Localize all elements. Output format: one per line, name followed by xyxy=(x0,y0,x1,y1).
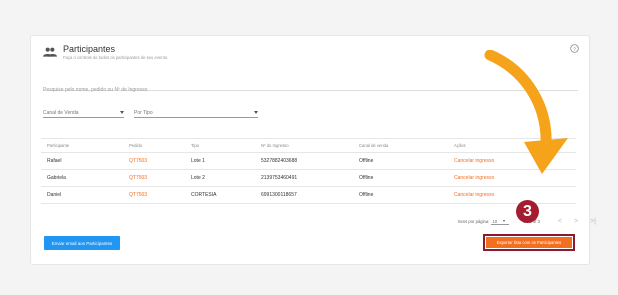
previous-page-button[interactable]: < xyxy=(558,218,562,225)
step-badge: 3 xyxy=(516,200,539,223)
chevron-down-icon xyxy=(254,111,258,114)
ticket-number: 5327882403688 xyxy=(261,158,298,164)
order-link[interactable]: QT7503 xyxy=(129,192,191,198)
canal-venda-select[interactable]: Canal de Venda xyxy=(43,109,124,118)
export-list-button[interactable]: Exportar lista com os Participantes xyxy=(486,237,572,248)
page-header: Participantes Faça o controle de todos o… xyxy=(43,44,168,60)
order-link[interactable]: QT7503 xyxy=(129,175,191,181)
column-header: Participante xyxy=(47,143,70,148)
ticket-type: Lote 2 xyxy=(191,175,205,181)
next-page-button[interactable]: > xyxy=(574,218,578,225)
ticket-type: Lote 1 xyxy=(191,158,205,164)
participant-name: Rafael xyxy=(47,158,62,164)
page-title: Participantes xyxy=(63,44,116,54)
order-link[interactable]: QT7503 xyxy=(129,158,191,164)
items-per-page-label: Itens por página: xyxy=(458,219,490,224)
participant-name: Daniel xyxy=(47,192,62,198)
column-header: Pedido xyxy=(129,143,143,148)
pointer-arrow-icon xyxy=(484,50,568,174)
chevron-down-icon xyxy=(120,111,124,114)
sales-channel: Offline xyxy=(359,158,374,164)
column-header: Canal de venda xyxy=(359,143,389,148)
ticket-number: 6991300118657 xyxy=(261,192,297,198)
last-page-button[interactable]: >| xyxy=(590,218,596,225)
cancel-ticket-link[interactable]: Cancelar ingresso xyxy=(454,192,576,198)
ticket-type: CORTESIA xyxy=(191,192,217,198)
chevron-down-icon xyxy=(503,220,506,222)
send-email-button[interactable]: Enviar email aos Participantes xyxy=(44,236,120,250)
people-icon xyxy=(43,47,57,57)
sales-channel: Offline xyxy=(359,192,374,198)
canal-venda-label: Canal de Venda xyxy=(43,110,79,116)
sales-channel: Offline xyxy=(359,175,374,181)
tipo-select[interactable]: Por Tipo xyxy=(134,109,258,118)
ticket-number: 2139753460491 xyxy=(261,175,298,181)
column-header: Nº do Ingresso xyxy=(261,143,289,148)
page-subtitle: Faça o controle de todos os participante… xyxy=(63,55,169,60)
export-highlight: Exportar lista com os Participantes xyxy=(483,234,575,251)
items-per-page-value: 10 xyxy=(492,218,498,224)
items-per-page-select[interactable]: 10 xyxy=(491,218,510,225)
column-header: Tipo xyxy=(191,143,199,148)
participant-name: Gabriela xyxy=(47,175,66,181)
tipo-label: Por Tipo xyxy=(134,110,153,116)
table-row: Daniel QT7503 CORTESIA 6991300118657 Off… xyxy=(41,187,576,204)
